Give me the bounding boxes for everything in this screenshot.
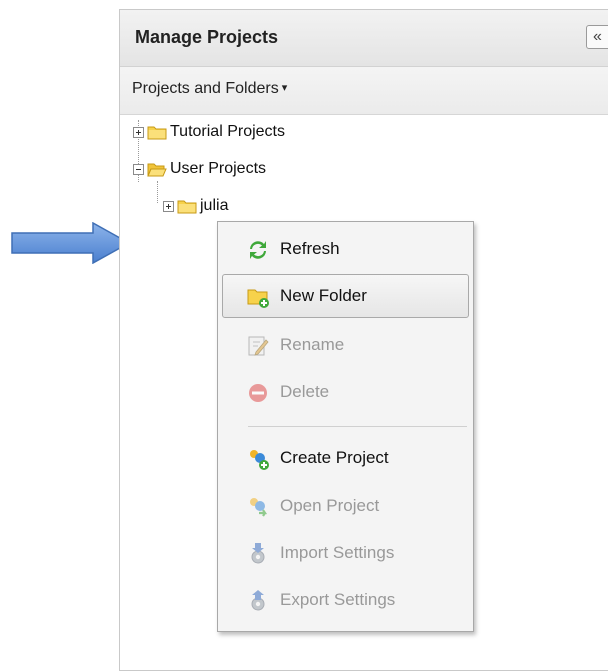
projects-and-folders-menu[interactable]: Projects and Folders ▾ (132, 80, 287, 98)
panel-title: Manage Projects (135, 27, 279, 47)
tree-node-label: julia (200, 197, 229, 214)
menu-item-refresh[interactable]: Refresh (222, 227, 469, 271)
delete-icon (249, 384, 267, 402)
menu-item-export-settings[interactable]: Export Settings (222, 578, 469, 622)
pointer-arrow-icon (11, 222, 131, 264)
menu-item-label: Refresh (280, 239, 340, 258)
import-settings-icon (251, 543, 265, 564)
tree-connector (157, 181, 158, 203)
collapse-node-icon[interactable] (133, 163, 144, 175)
rename-icon (248, 336, 269, 356)
caret-down-icon: ▾ (281, 82, 288, 94)
context-menu: Refresh New Folder Rename Delete Create … (217, 221, 474, 632)
menu-item-open-project[interactable]: Open Project (222, 484, 469, 528)
menu-item-rename[interactable]: Rename (222, 323, 469, 367)
refresh-icon (250, 241, 266, 259)
menu-item-label: Import Settings (280, 543, 395, 562)
open-folder-icon (147, 163, 167, 177)
create-project-icon (250, 450, 269, 470)
menu-item-label: Open Project (280, 496, 380, 515)
tree-node-label: User Projects (170, 160, 267, 177)
export-settings-icon (251, 590, 265, 611)
menu-item-label: Export Settings (280, 590, 396, 609)
tree-node-tutorial-projects[interactable]: Tutorial Projects (133, 121, 285, 143)
panel-toolbar: Projects and Folders ▾ (120, 67, 608, 115)
tree-node-label: Tutorial Projects (170, 123, 285, 140)
open-project-icon (250, 498, 268, 517)
tree-node-julia[interactable]: julia (163, 195, 228, 217)
menu-separator (248, 426, 467, 427)
menu-item-label: New Folder (280, 286, 367, 305)
collapse-button[interactable]: « (586, 25, 608, 49)
menu-item-new-folder[interactable]: New Folder (222, 274, 469, 318)
menu-item-create-project[interactable]: Create Project (222, 436, 469, 480)
double-chevron-left-icon: « (593, 28, 602, 45)
expand-icon[interactable] (133, 126, 144, 138)
folder-icon (177, 200, 197, 214)
projects-and-folders-label: Projects and Folders (132, 80, 279, 97)
new-folder-icon (247, 289, 269, 308)
menu-item-import-settings[interactable]: Import Settings (222, 531, 469, 575)
panel-header: Manage Projects « (120, 10, 608, 67)
menu-item-label: Delete (280, 382, 330, 401)
expand-icon[interactable] (163, 200, 174, 212)
menu-item-label: Rename (280, 335, 345, 354)
folder-icon (147, 126, 167, 140)
menu-item-delete[interactable]: Delete (222, 370, 469, 414)
tree-node-user-projects[interactable]: User Projects (133, 158, 266, 180)
menu-item-label: Create Project (280, 448, 389, 467)
